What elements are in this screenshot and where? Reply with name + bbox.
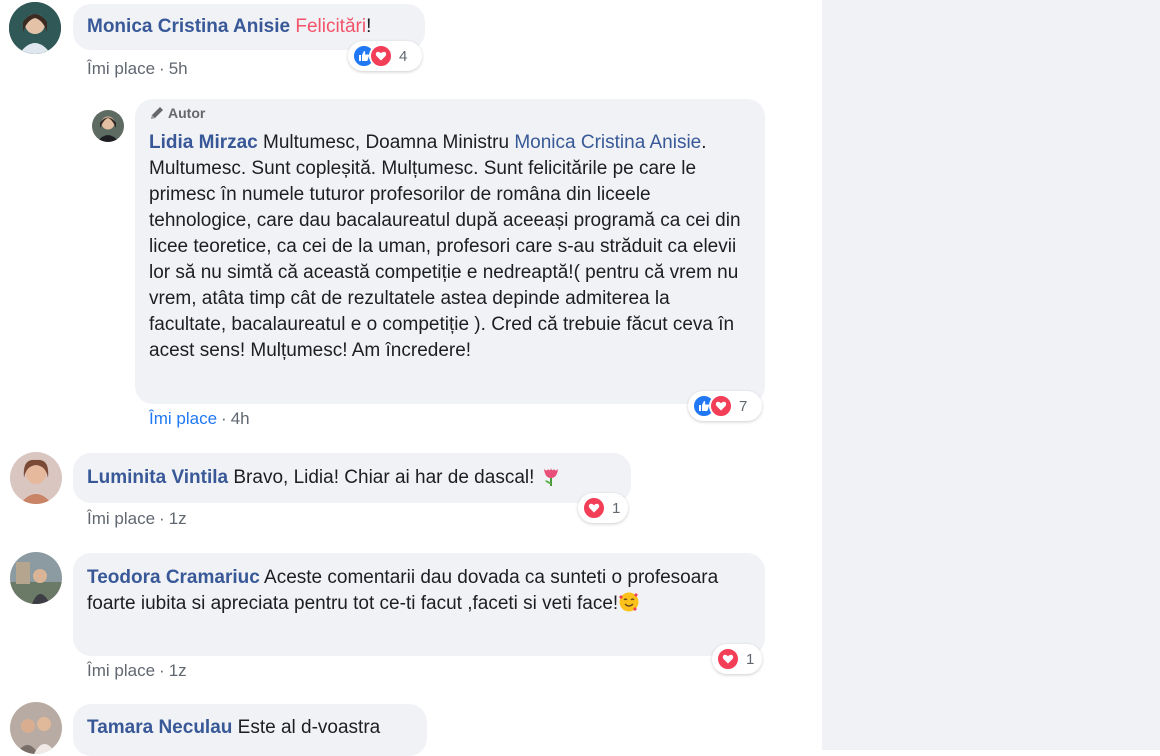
separator: · <box>159 509 165 528</box>
reaction-count: 4 <box>399 47 408 65</box>
reaction-summary[interactable]: 1 <box>712 644 762 674</box>
comment-text: Bravo, Lidia! Chiar ai har de dascal! <box>228 467 540 488</box>
author-name[interactable]: Lidia Mirzac <box>149 132 258 153</box>
comment-bubble: Autor Lidia Mirzac Multumesc, Doamna Min… <box>135 99 765 404</box>
timestamp[interactable]: 1z <box>169 661 187 680</box>
comment-bubble: Luminita Vintila Bravo, Lidia! Chiar ai … <box>73 453 631 503</box>
reaction-summary[interactable]: 1 <box>578 493 628 523</box>
hug-emoji <box>619 592 639 612</box>
love-icon <box>709 394 733 418</box>
comment-actions: Îmi place · 4h <box>149 409 250 429</box>
comment-actions: Îmi place · 5h <box>87 59 188 79</box>
avatar[interactable] <box>9 2 61 54</box>
avatar[interactable] <box>10 452 62 504</box>
tulip-emoji <box>543 468 558 486</box>
comment-text-body: . Multumesc. Sunt copleșită. Mulțumesc. … <box>149 132 741 361</box>
pencil-icon <box>151 107 163 119</box>
comment-actions: Îmi place · 1z <box>87 661 187 681</box>
like-button[interactable]: Îmi place <box>87 661 155 680</box>
timestamp[interactable]: 1z <box>169 509 187 528</box>
author-badge: Autor <box>149 104 751 122</box>
separator: · <box>159 661 165 680</box>
mention-link[interactable]: Monica Cristina Anisie <box>514 132 701 153</box>
separator: · <box>221 409 227 428</box>
comment-bubble: Teodora Cramariuc Aceste comentarii dau … <box>73 553 765 656</box>
badge-label: Autor <box>168 105 206 121</box>
comment-text[interactable]: Felicitări <box>295 16 366 37</box>
separator: · <box>159 59 165 78</box>
timestamp[interactable]: 5h <box>169 59 188 78</box>
like-button[interactable]: Îmi place <box>87 59 155 78</box>
reaction-summary[interactable]: 4 <box>348 41 422 71</box>
right-panel <box>822 0 1160 750</box>
author-name[interactable]: Teodora Cramariuc <box>87 567 260 588</box>
comment-bubble: Tamara Neculau Este al d-voastra <box>73 704 427 756</box>
comment-actions: Îmi place · 1z <box>87 509 187 529</box>
avatar[interactable] <box>10 702 62 754</box>
love-icon <box>369 44 393 68</box>
reaction-count: 1 <box>746 650 755 668</box>
comment-text-suffix: ! <box>366 16 372 37</box>
reaction-count: 1 <box>612 499 621 517</box>
love-icon <box>582 496 606 520</box>
avatar[interactable] <box>10 552 62 604</box>
author-name[interactable]: Tamara Neculau <box>87 717 232 738</box>
comment-text: Multumesc, Doamna Ministru <box>257 132 515 153</box>
avatar[interactable] <box>92 110 124 142</box>
love-icon <box>716 647 740 671</box>
author-name[interactable]: Luminita Vintila <box>87 467 228 488</box>
reaction-summary[interactable]: 7 <box>688 391 762 421</box>
like-button[interactable]: Îmi place <box>149 409 217 428</box>
like-button[interactable]: Îmi place <box>87 509 155 528</box>
author-name[interactable]: Monica Cristina Anisie <box>87 16 290 37</box>
comment-text: Este al d-voastra <box>232 717 381 738</box>
reaction-count: 7 <box>739 397 748 415</box>
timestamp[interactable]: 4h <box>231 409 250 428</box>
